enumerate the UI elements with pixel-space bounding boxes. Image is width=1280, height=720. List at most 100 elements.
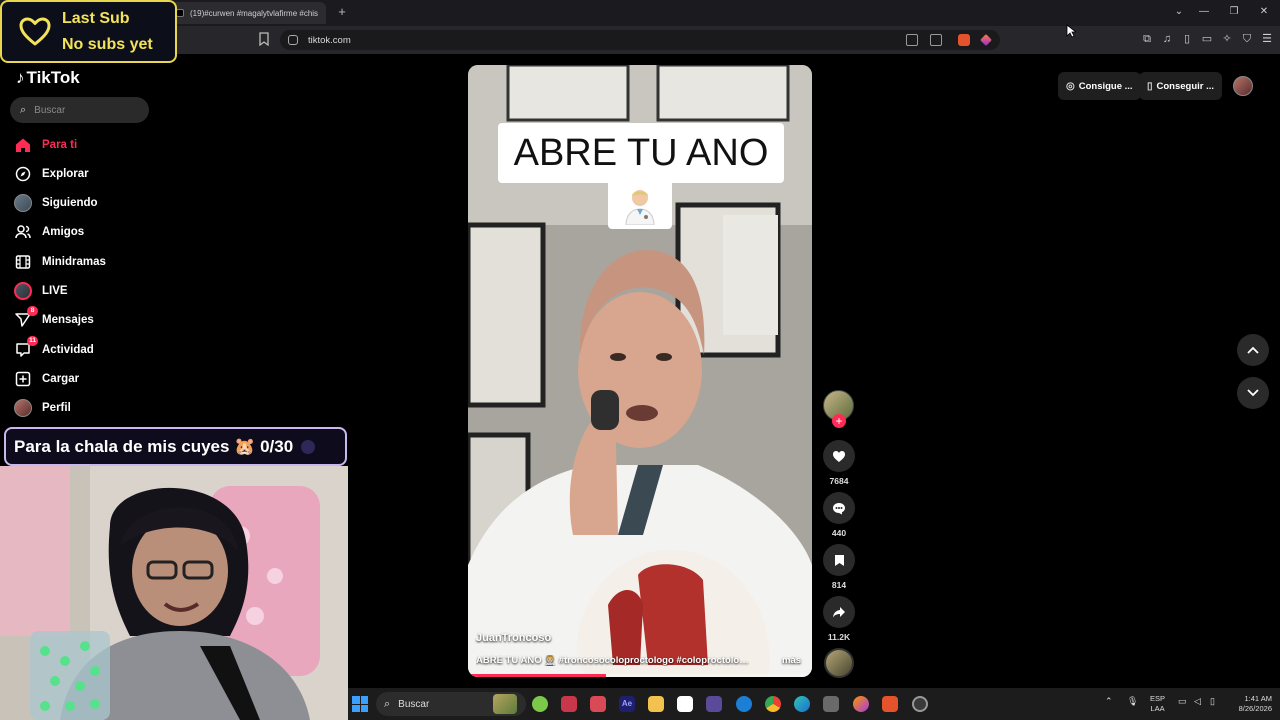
site-info-icon[interactable] — [288, 35, 298, 45]
browser-tab[interactable]: (19)#curwen #magalytvlafirme #chis — [168, 2, 326, 24]
menu-icon[interactable]: ☰ — [1260, 32, 1274, 46]
brave-icon[interactable] — [882, 696, 898, 712]
app-icon-2[interactable] — [561, 696, 577, 712]
get-app-label: Conseguir ... — [1156, 80, 1215, 92]
network-icon[interactable]: ▭ — [1178, 696, 1187, 707]
file-explorer-icon[interactable] — [648, 696, 664, 712]
leo-ai-icon[interactable]: ✧ — [1220, 32, 1234, 46]
capcut-icon[interactable] — [677, 696, 693, 712]
sidebar-item-label: Para ti — [42, 139, 78, 151]
last-sub-value: No subs yet — [62, 35, 153, 53]
send-icon: 8 — [14, 306, 38, 329]
last-sub-overlay: Last Sub No subs yet — [0, 0, 177, 63]
browser-tab-bar: (19)#curwen #magalytvlafirme #chis + ⌄ —… — [0, 0, 1280, 26]
lang-bottom: LAA — [1150, 704, 1165, 713]
app-icon-4[interactable] — [706, 696, 722, 712]
minimize-button[interactable]: — — [1194, 4, 1214, 20]
sidebar-icon[interactable]: ▯ — [1180, 32, 1194, 46]
user-avatar[interactable] — [1233, 76, 1253, 96]
goal-progress-dot — [301, 439, 316, 454]
after-effects-icon[interactable]: Ae — [619, 696, 635, 712]
home-icon — [14, 136, 32, 154]
sidebar-item-label: Actividad — [42, 344, 94, 356]
get-coins-button[interactable]: ◎ Consigue ... — [1058, 72, 1141, 100]
close-window-button[interactable]: ✕ — [1254, 4, 1274, 20]
app-icon-5[interactable] — [736, 696, 752, 712]
firefox-icon[interactable] — [853, 696, 869, 712]
sidebar-item-minidramas[interactable]: Minidramas — [14, 251, 106, 273]
save-button[interactable] — [823, 544, 855, 576]
tab-title: (19)#curwen #magalytvlafirme #chis — [190, 8, 319, 18]
cast-icon[interactable] — [930, 34, 942, 46]
save-count: 814 — [831, 580, 847, 590]
browser-toolbar: tiktok.com — [0, 26, 1280, 54]
sidebar-item-perfil[interactable]: Perfil — [14, 397, 71, 419]
sidebar-item-live[interactable]: LIVE — [14, 280, 68, 302]
share-button[interactable] — [823, 596, 855, 628]
microphone-icon[interactable]: 🎙 — [1127, 696, 1138, 707]
taskbar-search-placeholder: Buscar — [398, 698, 430, 710]
search-placeholder: Buscar — [34, 104, 66, 116]
chrome-icon[interactable] — [765, 696, 781, 712]
video-player[interactable]: ABRE TU ANO JuanTroncoso ABRE TU ANO 👨🏼‍… — [468, 65, 812, 677]
sidebar-item-para-ti[interactable]: Para ti — [14, 134, 77, 156]
sidebar-item-siguiendo[interactable]: Siguiendo — [14, 192, 98, 214]
tray-chevron-icon[interactable]: ⌃ — [1105, 696, 1113, 707]
wallet-icon[interactable]: ▭ — [1200, 32, 1214, 46]
tiktok-search-input[interactable]: ⌕ Buscar — [10, 97, 149, 123]
video-author[interactable]: JuanTroncoso — [476, 632, 551, 644]
sidebar-item-mensajes[interactable]: 8 Mensajes — [14, 306, 94, 331]
next-video-button[interactable] — [1237, 377, 1269, 409]
battery-icon[interactable]: ▯ — [1210, 696, 1215, 707]
screen: (19)#curwen #magalytvlafirme #chis + ⌄ —… — [0, 0, 1280, 720]
more-button[interactable]: más — [782, 655, 801, 666]
video-description: ABRE TU ANO 👨🏼‍⚕️ #troncosocoloproctolog… — [476, 655, 754, 666]
extensions-icon[interactable]: ⧉ — [1140, 32, 1154, 46]
widgets-icon[interactable] — [493, 694, 517, 714]
music-disc[interactable] — [824, 648, 854, 678]
sidebar-item-actividad[interactable]: 11 Actividad — [14, 336, 94, 361]
messages-badge: 8 — [27, 306, 38, 316]
comment-count: 440 — [831, 528, 847, 538]
comment-icon — [833, 502, 845, 514]
edge-icon[interactable] — [794, 696, 810, 712]
volume-icon[interactable]: ◁ — [1194, 696, 1201, 707]
app-icon-6[interactable] — [823, 696, 839, 712]
sidebar-item-amigos[interactable]: Amigos — [14, 221, 84, 243]
sidebar-item-cargar[interactable]: Cargar — [14, 368, 79, 390]
friends-icon — [14, 223, 32, 241]
activity-badge: 11 — [27, 336, 38, 346]
previous-video-button[interactable] — [1237, 334, 1269, 366]
restore-button[interactable]: ❐ — [1224, 4, 1244, 20]
video-progress-bar[interactable] — [468, 674, 812, 677]
media-icon[interactable]: ♫ — [1160, 32, 1174, 46]
new-tab-button[interactable]: + — [334, 4, 350, 20]
mouse-cursor-icon — [1066, 24, 1076, 38]
coin-icon: ◎ — [1066, 80, 1075, 92]
like-button[interactable] — [823, 440, 855, 472]
search-icon: ⌕ — [384, 697, 391, 710]
translate-icon[interactable] — [906, 34, 918, 46]
sidebar-item-explorar[interactable]: Explorar — [14, 163, 89, 185]
follow-plus-button[interactable]: + — [832, 414, 846, 428]
inbox-icon: 11 — [14, 336, 38, 359]
chevron-down-icon — [1247, 389, 1259, 397]
app-icon-1[interactable] — [532, 696, 548, 712]
get-app-button[interactable]: ▯ Conseguir ... — [1139, 72, 1223, 100]
language-indicator[interactable]: ESP LAA — [1150, 694, 1165, 714]
sidebar-item-label: Siguiendo — [42, 197, 98, 209]
heart-outline-icon — [19, 17, 51, 45]
comment-button[interactable] — [823, 492, 855, 524]
tab-list-chevron-icon[interactable]: ⌄ — [1169, 4, 1189, 20]
vpn-icon[interactable]: ⛉ — [1240, 32, 1254, 46]
obs-icon[interactable] — [912, 696, 928, 712]
address-bar[interactable]: tiktok.com — [280, 30, 1000, 50]
tiktok-logo[interactable]: ♪ TikTok — [16, 68, 80, 88]
tiktok-logo-text: TikTok — [26, 68, 80, 87]
taskbar-clock[interactable]: 1:41 AM 8/26/2026 — [1228, 694, 1272, 714]
app-icon-3[interactable] — [590, 696, 606, 712]
windows-start-icon[interactable] — [352, 696, 368, 712]
video-caption-banner: ABRE TU ANO — [498, 123, 784, 183]
brave-shields-icon[interactable] — [958, 34, 970, 46]
bookmark-icon[interactable] — [258, 32, 272, 48]
